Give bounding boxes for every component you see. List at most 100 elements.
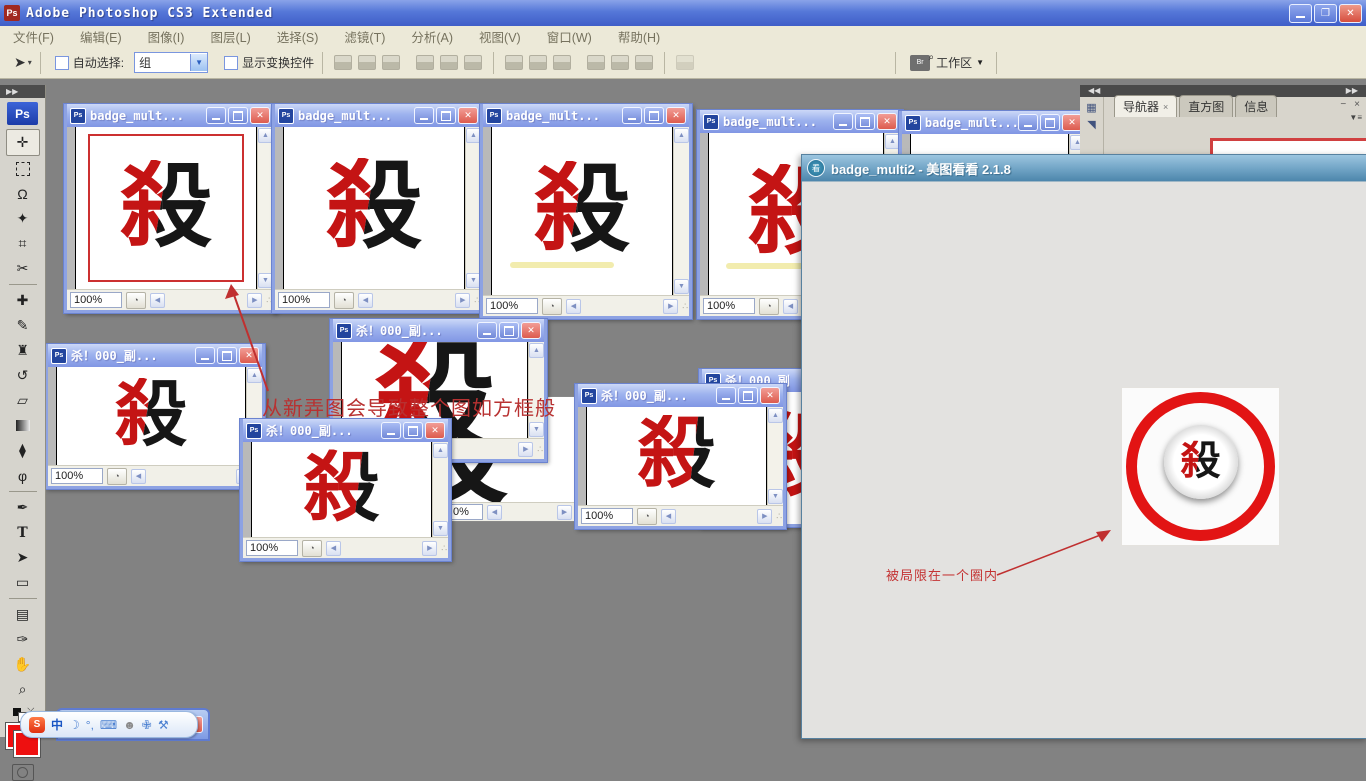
menu-select[interactable]: 选择(S) xyxy=(264,27,332,46)
workspace-label[interactable]: 工作区 xyxy=(936,54,972,71)
move-tool[interactable]: ✛ xyxy=(6,129,40,156)
scroll-left-icon[interactable]: ◀ xyxy=(131,469,146,484)
image-viewer-window[interactable]: 看 badge_multi2 - 美图看看 2.1.8 殺殺 xyxy=(801,154,1366,739)
scroll-up-icon[interactable]: ▲ xyxy=(768,408,783,423)
doc-minimize-button[interactable] xyxy=(716,387,736,404)
auto-select-dropdown[interactable]: 组 ▼ xyxy=(134,52,208,73)
zoom-field[interactable]: 100% xyxy=(703,298,755,314)
tool-preset-caret-icon[interactable]: ▾ xyxy=(28,58,32,67)
resize-grip[interactable]: ∴ xyxy=(441,543,448,554)
tab-close-icon[interactable]: × xyxy=(1163,102,1168,112)
doc-maximize-button[interactable] xyxy=(499,322,519,339)
settings-wrench-icon[interactable]: ⚒ xyxy=(158,718,169,732)
document-titlebar[interactable]: Ps badge_mult... ✕ xyxy=(483,104,689,127)
menu-view[interactable]: 视图(V) xyxy=(466,27,534,46)
scroll-left-icon[interactable]: ◀ xyxy=(150,293,165,308)
menu-analysis[interactable]: 分析(A) xyxy=(398,27,466,46)
scroll-down-icon[interactable]: ▼ xyxy=(466,273,481,288)
menu-window[interactable]: 窗口(W) xyxy=(534,27,605,46)
tab-info[interactable]: 信息 xyxy=(1235,95,1277,117)
marquee-tool[interactable] xyxy=(7,156,39,181)
zoom-field[interactable]: 100% xyxy=(70,292,122,308)
scroll-left-icon[interactable]: ◀ xyxy=(566,299,581,314)
menu-filter[interactable]: 滤镜(T) xyxy=(331,27,398,46)
toolbox-collapse-icon[interactable]: ▶▶ xyxy=(0,85,45,98)
canvas[interactable]: 殺殺 xyxy=(283,127,465,289)
document-window[interactable]: Ps 杀！000_副... ✕ 殺殺 ▲ ▼ 100% ◔ ◀ ▶ ∴ xyxy=(45,344,265,489)
menu-help[interactable]: 帮助(H) xyxy=(605,27,673,46)
scroll-down-icon[interactable]: ▼ xyxy=(674,279,689,294)
zoom-field[interactable]: 100% xyxy=(246,540,298,556)
document-window[interactable]: Ps 杀！000_副... ✕ 殺殺 ▲ ▼ 100% ◔ ◀ ▶ ∴ xyxy=(575,384,786,529)
vertical-scrollbar[interactable]: ▲ ▼ xyxy=(432,442,448,537)
sogou-logo-icon[interactable]: S xyxy=(29,717,45,733)
collapsed-panel-icon-1[interactable]: ▦ xyxy=(1086,101,1096,114)
app-titlebar[interactable]: Ps Adobe Photoshop CS3 Extended ❐ ✕ xyxy=(0,0,1366,26)
dock-collapse-right-icon[interactable]: ▶▶ xyxy=(1346,85,1358,97)
brush-tool[interactable]: ✎ xyxy=(7,313,39,338)
panel-close-icon[interactable]: × xyxy=(1354,99,1360,110)
scroll-left-icon[interactable]: ◀ xyxy=(326,541,341,556)
document-window[interactable]: Ps 杀！000_副... ✕ 殺殺 ▲ ▼ 100% ◔ ◀ ▶ ∴ xyxy=(240,419,451,561)
eraser-tool[interactable]: ▱ xyxy=(7,388,39,413)
scroll-up-icon[interactable]: ▲ xyxy=(466,128,481,143)
menu-layer[interactable]: 图层(L) xyxy=(197,27,263,46)
history-brush-tool[interactable]: ↺ xyxy=(7,363,39,388)
align-vcenter-icon[interactable] xyxy=(358,55,376,70)
doc-minimize-button[interactable] xyxy=(206,107,226,124)
zoom-field[interactable]: 100% xyxy=(51,468,103,484)
eyedropper-tool[interactable]: ✑ xyxy=(7,627,39,652)
zoom-field[interactable]: 100% xyxy=(581,508,633,524)
doc-maximize-button[interactable] xyxy=(403,422,423,439)
horizontal-scrollbar[interactable]: ◀ ▶ xyxy=(149,292,263,309)
scroll-right-icon[interactable]: ▶ xyxy=(663,299,678,314)
doc-close-button[interactable]: ✕ xyxy=(458,107,478,124)
app-maximize-button[interactable]: ❐ xyxy=(1314,4,1337,23)
scroll-up-icon[interactable]: ▲ xyxy=(885,134,900,149)
horizontal-scrollbar[interactable]: ◀ ▶ xyxy=(660,508,773,525)
doc-minimize-button[interactable] xyxy=(381,422,401,439)
doc-close-button[interactable]: ✕ xyxy=(250,107,270,124)
shape-tool[interactable]: ▭ xyxy=(7,570,39,595)
vertical-scrollbar[interactable]: ▲ ▼ xyxy=(257,127,273,289)
document-titlebar[interactable]: Ps 杀！000_副... ✕ xyxy=(578,384,783,407)
pen-tool[interactable]: ✒ xyxy=(7,495,39,520)
ime-toolbar[interactable]: S 中 ☽ °, ⌨ ☻ ✙ ⚒ xyxy=(20,711,198,738)
menu-edit[interactable]: 编辑(E) xyxy=(67,27,135,46)
scroll-up-icon[interactable]: ▲ xyxy=(433,443,448,458)
horizontal-scrollbar[interactable]: ◀ ▶ xyxy=(486,504,573,521)
canvas[interactable]: 殺殺 xyxy=(491,127,673,295)
scroll-right-icon[interactable]: ▶ xyxy=(557,505,572,520)
doc-maximize-button[interactable] xyxy=(644,107,664,124)
vertical-scrollbar[interactable]: ▲ ▼ xyxy=(465,127,481,289)
canvas[interactable]: 殺殺 xyxy=(251,442,432,537)
doc-minimize-button[interactable] xyxy=(414,107,434,124)
scroll-up-icon[interactable]: ▲ xyxy=(247,368,262,383)
canvas[interactable]: 殺殺 xyxy=(56,367,246,465)
zoom-field[interactable]: 100% xyxy=(486,298,538,314)
tab-navigator[interactable]: 导航器 × xyxy=(1114,95,1177,117)
quick-select-tool[interactable]: ✦ xyxy=(7,206,39,231)
resize-grip[interactable]: ∴ xyxy=(682,301,689,312)
document-window[interactable]: Ps badge_mult... ✕ 殺殺 ▲ ▼ 100% ◔ ◀ ▶ ∴ xyxy=(64,104,276,313)
doc-maximize-button[interactable] xyxy=(228,107,248,124)
doc-close-button[interactable]: ✕ xyxy=(666,107,686,124)
distribute-left-icon[interactable] xyxy=(587,55,605,70)
auto-select-checkbox[interactable] xyxy=(55,56,69,70)
doc-maximize-button[interactable] xyxy=(436,107,456,124)
align-hcenter-icon[interactable] xyxy=(440,55,458,70)
scroll-right-icon[interactable]: ▶ xyxy=(422,541,437,556)
gradient-tool[interactable] xyxy=(7,413,39,438)
panel-minimize-icon[interactable]: − xyxy=(1340,99,1346,110)
scroll-up-icon[interactable]: ▲ xyxy=(674,128,689,143)
menu-file[interactable]: 文件(F) xyxy=(0,27,67,46)
scroll-right-icon[interactable]: ▶ xyxy=(455,293,470,308)
doc-minimize-button[interactable] xyxy=(195,347,215,364)
vertical-scrollbar[interactable]: ▲ ▼ xyxy=(528,342,544,438)
document-window[interactable]: Ps badge_mult... ✕ 殺殺 ▲ ▼ 100% ◔ ◀ ▶ ∴ xyxy=(272,104,484,313)
punctuation-icon[interactable]: °, xyxy=(86,718,94,732)
doc-maximize-button[interactable] xyxy=(738,387,758,404)
distribute-right-icon[interactable] xyxy=(635,55,653,70)
healing-brush-tool[interactable]: ✚ xyxy=(7,288,39,313)
horizontal-scrollbar[interactable]: ◀ ▶ xyxy=(130,468,252,485)
